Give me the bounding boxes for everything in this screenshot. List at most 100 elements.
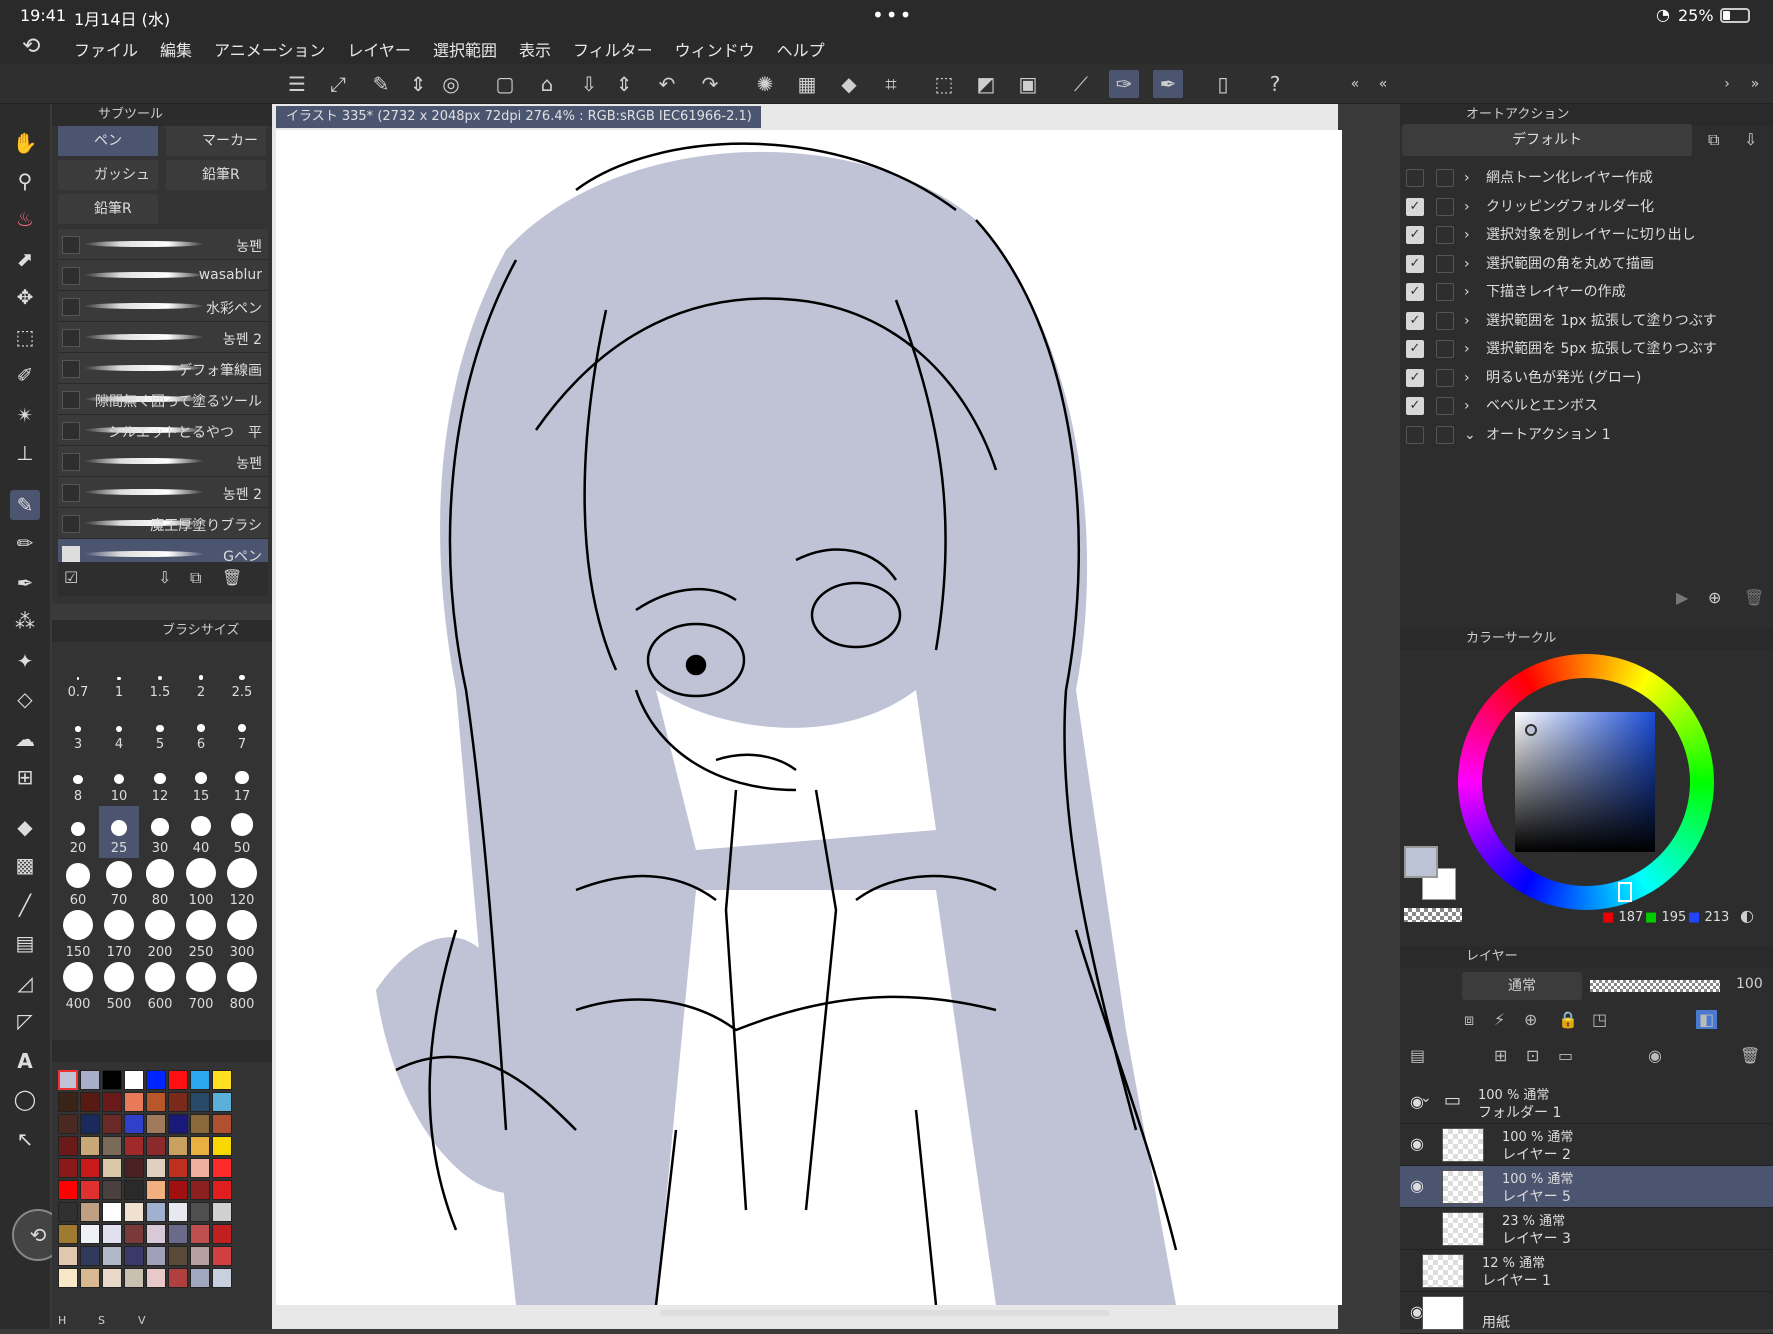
color-swatch[interactable] — [190, 1092, 210, 1112]
duplicate-icon[interactable]: ⧉ — [190, 568, 201, 588]
hamburger-menu-icon[interactable]: ☰ — [282, 70, 312, 98]
brush-size-option[interactable]: 6 — [181, 702, 221, 754]
brush-checkbox[interactable] — [62, 236, 80, 254]
brush-size-option[interactable]: 17 — [222, 754, 262, 806]
operation-icon[interactable]: ⬈ — [10, 244, 40, 274]
color-swatch[interactable] — [168, 1070, 188, 1090]
action-dialog-checkbox[interactable] — [1436, 226, 1454, 244]
subtool-group-pen[interactable]: ペン — [58, 126, 158, 156]
open-folder-icon[interactable]: ⌂ — [532, 70, 562, 98]
color-swatch[interactable] — [124, 1158, 144, 1178]
color-swatch[interactable] — [124, 1202, 144, 1222]
layer-property-icon[interactable]: ▤ — [1410, 1046, 1425, 1065]
layer-row[interactable]: ◉ 用紙 — [1400, 1292, 1773, 1334]
hue-cursor[interactable] — [1618, 882, 1632, 902]
color-swatch[interactable] — [212, 1136, 232, 1156]
action-dialog-checkbox[interactable] — [1436, 425, 1454, 444]
correct-line-icon[interactable]: ↖ — [10, 1124, 40, 1154]
color-swatch[interactable] — [190, 1268, 210, 1288]
chevron-right-icon[interactable]: › — [1464, 307, 1470, 335]
brush-checkbox[interactable] — [62, 484, 80, 502]
brush-checkbox[interactable] — [62, 329, 80, 347]
fit-icon[interactable]: ⤢ — [323, 70, 353, 98]
draft-icon[interactable]: ⚡ — [1494, 1010, 1505, 1029]
expand-right-2-icon[interactable]: » — [1740, 70, 1770, 98]
redo-icon[interactable]: ↷ — [695, 70, 725, 98]
color-swatch[interactable] — [80, 1246, 100, 1266]
color-swatch[interactable] — [212, 1268, 232, 1288]
brush-item[interactable]: wasablur — [58, 260, 268, 291]
brush-size-option[interactable]: 1.5 — [140, 650, 180, 702]
brush-size-option[interactable]: 20 — [58, 806, 98, 858]
brush-stabilizer-icon[interactable]: ✑ — [1109, 70, 1139, 98]
brush-size-option[interactable]: 1 — [99, 650, 139, 702]
brush-size-option[interactable]: 0.7 — [58, 650, 98, 702]
color-swatch[interactable] — [190, 1114, 210, 1134]
color-swatch[interactable] — [124, 1114, 144, 1134]
color-swatch[interactable] — [168, 1224, 188, 1244]
color-swatch[interactable] — [102, 1158, 122, 1178]
chevron-down-icon[interactable]: ⌄ — [1420, 1090, 1432, 1106]
color-swatch[interactable] — [58, 1202, 78, 1222]
brush-item[interactable]: 水彩ペン — [58, 291, 268, 322]
expand-right-icon[interactable]: › — [1712, 70, 1742, 98]
subtool-group-marker[interactable]: マーカー — [166, 126, 266, 156]
color-swatch[interactable] — [212, 1224, 232, 1244]
eyedropper-icon[interactable]: ✐ — [10, 360, 40, 390]
fill-bucket-icon[interactable]: ◆ — [10, 812, 40, 842]
auto-action-item[interactable]: ✓ › 選択範囲の角を丸めて描画 — [1400, 250, 1760, 278]
chevron-right-icon[interactable]: › — [1464, 164, 1470, 192]
invert-selection-icon[interactable]: ◩ — [971, 70, 1001, 98]
color-swatch[interactable] — [124, 1224, 144, 1244]
color-swatch[interactable] — [212, 1114, 232, 1134]
color-swatch[interactable] — [190, 1070, 210, 1090]
color-swatch[interactable] — [102, 1246, 122, 1266]
brush-size-option[interactable]: 10 — [99, 754, 139, 806]
updown2-icon[interactable]: ⇕ — [609, 70, 639, 98]
color-swatch[interactable] — [190, 1202, 210, 1222]
color-swatch[interactable] — [102, 1136, 122, 1156]
brush-size-option[interactable]: 120 — [222, 858, 262, 910]
color-swatch[interactable] — [146, 1136, 166, 1156]
main-color-swatch[interactable] — [1404, 846, 1438, 878]
trash-icon[interactable]: 🗑 — [222, 568, 242, 587]
color-swatch[interactable] — [146, 1246, 166, 1266]
chevron-right-icon[interactable]: › — [1464, 364, 1470, 392]
saturation-value-square[interactable] — [1515, 712, 1655, 852]
color-swatch[interactable] — [80, 1180, 100, 1200]
action-set-select[interactable]: デフォルト — [1402, 124, 1692, 156]
action-dialog-checkbox[interactable] — [1436, 283, 1454, 301]
delete-action-icon[interactable]: 🗑 — [1744, 588, 1764, 607]
color-swatch[interactable] — [212, 1158, 232, 1178]
color-swatch[interactable] — [80, 1202, 100, 1222]
menu-item[interactable]: フィルター — [573, 37, 653, 61]
auto-action-item[interactable]: ✓ › 下描きレイヤーの作成 — [1400, 278, 1760, 306]
color-swatch[interactable] — [102, 1114, 122, 1134]
delete-layer-icon[interactable]: 🗑 — [1740, 1046, 1760, 1065]
device-icon[interactable]: ▯ — [1208, 70, 1238, 98]
color-swatch[interactable] — [102, 1180, 122, 1200]
fill-icon[interactable]: ◆ — [834, 70, 864, 98]
play-icon[interactable]: ▶ — [1676, 588, 1688, 607]
airbrush-icon[interactable]: ⁂ — [10, 606, 40, 636]
brush-item[interactable]: 魔王厚塗りブラシ — [58, 508, 268, 539]
ruler-icon[interactable]: ⟋ — [1066, 70, 1096, 98]
layer-row[interactable]: ◉ ▭ ⌄ 100 % 通常 フォルダー 1 — [1400, 1082, 1773, 1124]
color-swatch[interactable] — [190, 1246, 210, 1266]
color-swatch[interactable] — [124, 1246, 144, 1266]
color-swatch[interactable] — [124, 1136, 144, 1156]
brush-size-option[interactable]: 3 — [58, 702, 98, 754]
menu-item[interactable]: ファイル — [74, 37, 138, 61]
action-enable-checkbox[interactable]: ✓ — [1406, 226, 1424, 244]
color-swatch[interactable] — [102, 1202, 122, 1222]
brush-checkbox[interactable] — [62, 298, 80, 316]
new-folder-icon[interactable]: ▭ — [1558, 1046, 1573, 1065]
frame-icon[interactable]: ▤ — [10, 928, 40, 958]
layer-row[interactable]: ◉ 100 % 通常 レイヤー 2 — [1400, 1124, 1773, 1166]
color-swatch[interactable] — [168, 1158, 188, 1178]
brush-size-option[interactable]: 50 — [222, 806, 262, 858]
subtool-group-pencil-r2[interactable]: 鉛筆R — [58, 194, 158, 224]
app-logo-icon[interactable]: ⟲ — [22, 34, 40, 59]
color-swatch[interactable] — [168, 1114, 188, 1134]
brush-size-option[interactable]: 100 — [181, 858, 221, 910]
